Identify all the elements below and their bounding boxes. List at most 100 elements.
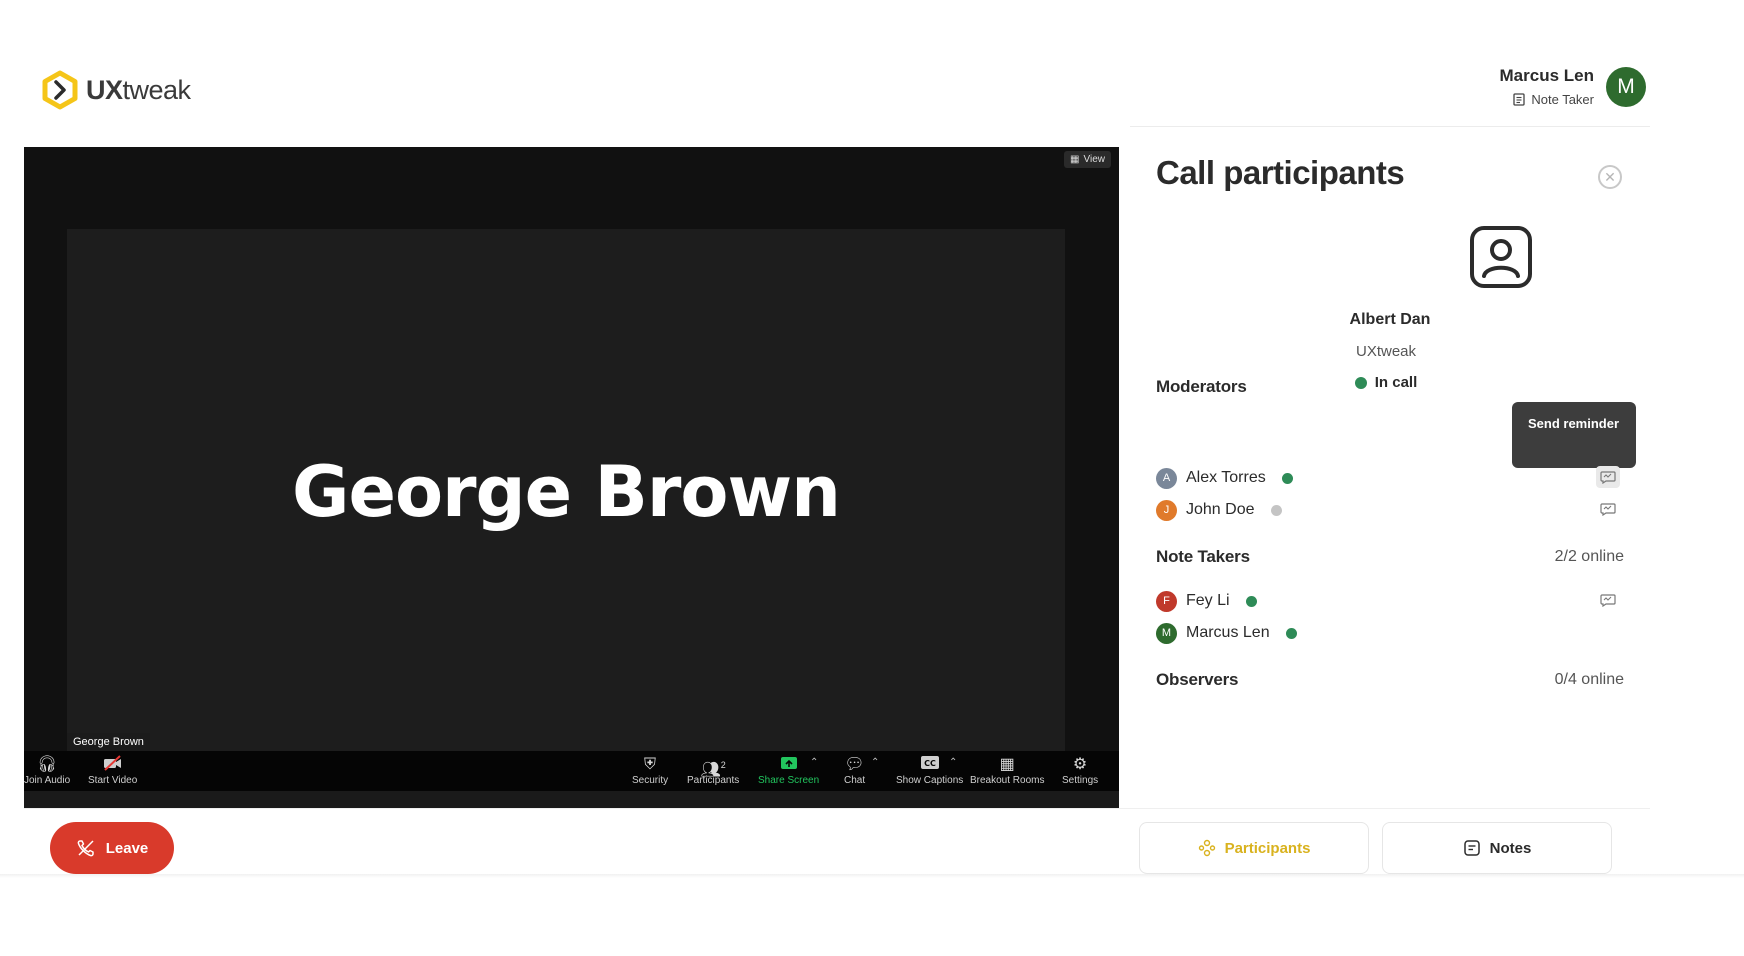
participants-toolbar-button[interactable]: 👥︎2 Participants <box>687 755 739 786</box>
video-bottom-strip <box>24 791 1119 809</box>
bottom-shadow <box>0 874 1744 878</box>
chat-icon: 💬︎ <box>844 756 865 773</box>
participant-name: Alex Torres <box>1186 469 1266 486</box>
participant-name: John Doe <box>1186 501 1255 518</box>
online-status-dot <box>1281 472 1293 484</box>
send-reminder-tooltip: Send reminder <box>1512 402 1636 468</box>
reminder-message-icon <box>1600 593 1616 607</box>
security-label: Security <box>632 775 669 786</box>
avatar: A <box>1156 467 1177 489</box>
gear-icon: ⚙ <box>1072 756 1088 773</box>
user-info: Marcus Len Note Taker <box>1500 66 1594 107</box>
notepad-icon <box>1513 93 1526 106</box>
participant-row: M Marcus Len <box>1156 621 1624 645</box>
speaker-name: George Brown <box>292 451 841 533</box>
shield-icon: ⛨ <box>644 756 657 773</box>
uxtweak-logo[interactable]: UXtweak <box>40 70 191 110</box>
captions-caret-icon[interactable]: ⌃ <box>949 757 957 768</box>
avatar: M <box>1156 622 1177 644</box>
video-stage: George Brown <box>67 229 1065 751</box>
panel-title: Call participants <box>1156 154 1405 191</box>
participant-row: A Alex Torres <box>1156 466 1624 490</box>
meeting-toolbar: 🎧︎ Join Audio Start Video ⛨ Security 👥︎2… <box>24 751 1119 791</box>
leave-label: Leave <box>105 839 149 857</box>
participants-toolbar-label: Participants <box>687 775 740 786</box>
tab-participants-label: Participants <box>1224 839 1311 857</box>
chat-button[interactable]: 💬︎ Chat <box>844 755 865 786</box>
user-name: Marcus Len <box>1499 66 1594 85</box>
send-reminder-button[interactable] <box>1596 466 1620 488</box>
observers-count: 0/4 online <box>1554 671 1624 688</box>
share-screen-caret-icon[interactable]: ⌃ <box>810 757 818 768</box>
tab-notes[interactable]: Notes <box>1382 822 1612 874</box>
start-video-button[interactable]: Start Video <box>88 755 137 786</box>
show-captions-label: Show Captions <box>896 775 964 786</box>
security-button[interactable]: ⛨ Security <box>632 755 668 786</box>
participant-name: Marcus Len <box>1186 624 1270 641</box>
observers-title: Observers <box>1156 670 1239 689</box>
share-screen-label: Share Screen <box>758 775 820 786</box>
tab-participants[interactable]: Participants <box>1139 822 1369 874</box>
notes-icon <box>1463 840 1480 856</box>
user-role-label: Note Taker <box>1531 92 1594 107</box>
start-video-label: Start Video <box>88 775 138 786</box>
host-card: Albert Dan UXtweak In call <box>1130 225 1650 391</box>
video-area: ▦ View George Brown George Brown 🎧︎ Join… <box>24 147 1119 809</box>
view-button[interactable]: ▦ View <box>1064 151 1111 168</box>
avatar: J <box>1156 499 1177 521</box>
avatar: F <box>1156 590 1177 612</box>
moderators-section-header: Moderators <box>1156 377 1624 397</box>
share-screen-icon <box>780 755 798 775</box>
chat-label: Chat <box>844 775 866 786</box>
offline-status-dot <box>1270 504 1282 516</box>
page: UXtweak Marcus Len Note Taker M ▦ View G… <box>0 0 1744 956</box>
phone-hangup-icon <box>77 840 94 857</box>
call-participants-panel: Call participants ✕ Albert Dan UXtweak I… <box>1130 130 1650 810</box>
user-portrait-icon <box>1470 226 1532 288</box>
reminder-message-icon <box>1600 502 1616 516</box>
breakout-rooms-button[interactable]: ▦ Breakout Rooms <box>970 755 1044 786</box>
svg-text:CC: CC <box>924 759 936 768</box>
note-takers-count: 2/2 online <box>1554 548 1624 565</box>
tab-notes-label: Notes <box>1489 839 1532 857</box>
people-icon: 👥︎2 <box>700 760 726 779</box>
participants-group-icon <box>1198 839 1215 857</box>
participant-name: Fey Li <box>1186 592 1230 609</box>
close-icon: ✕ <box>1604 169 1616 185</box>
join-audio-label: Join Audio <box>24 775 71 786</box>
breakout-rooms-label: Breakout Rooms <box>970 775 1045 786</box>
settings-label: Settings <box>1062 775 1099 786</box>
view-label: View <box>1083 154 1106 165</box>
online-status-dot <box>1285 627 1297 639</box>
speaker-name-tag: George Brown <box>67 733 150 751</box>
note-takers-section-header: Note Takers 2/2 online <box>1156 547 1624 567</box>
observers-section-header: Observers 0/4 online <box>1156 670 1624 690</box>
host-name: Albert Dan <box>1349 311 1431 328</box>
host-org: UXtweak <box>1355 343 1417 360</box>
logo-text: UXtweak <box>86 74 191 105</box>
participant-row: J John Doe <box>1156 498 1624 522</box>
settings-button[interactable]: ⚙ Settings <box>1062 755 1098 786</box>
join-audio-button[interactable]: 🎧︎ Join Audio <box>24 755 70 786</box>
footer-divider <box>24 808 1650 809</box>
grid-icon: ▦ <box>1070 154 1080 165</box>
leave-button[interactable]: Leave <box>50 822 174 874</box>
video-off-icon <box>103 755 123 775</box>
moderators-title: Moderators <box>1156 377 1247 396</box>
reminder-message-icon <box>1600 470 1616 484</box>
headphones-icon: 🎧︎ <box>36 756 58 773</box>
send-reminder-button[interactable] <box>1596 498 1620 520</box>
uxtweak-logo-icon <box>42 70 78 110</box>
close-panel-button[interactable]: ✕ <box>1598 165 1622 189</box>
user-profile[interactable]: Marcus Len Note Taker M <box>1500 66 1646 107</box>
user-role: Note Taker <box>1500 92 1594 107</box>
captions-icon: CC <box>920 755 940 775</box>
header-divider <box>1130 126 1650 127</box>
participants-count: 2 <box>720 760 726 770</box>
note-takers-title: Note Takers <box>1156 547 1250 566</box>
send-reminder-button[interactable] <box>1596 589 1620 611</box>
breakout-rooms-icon: ▦ <box>999 756 1015 773</box>
user-avatar[interactable]: M <box>1606 66 1646 107</box>
chat-caret-icon[interactable]: ⌃ <box>871 757 879 768</box>
participant-row: F Fey Li <box>1156 589 1624 613</box>
